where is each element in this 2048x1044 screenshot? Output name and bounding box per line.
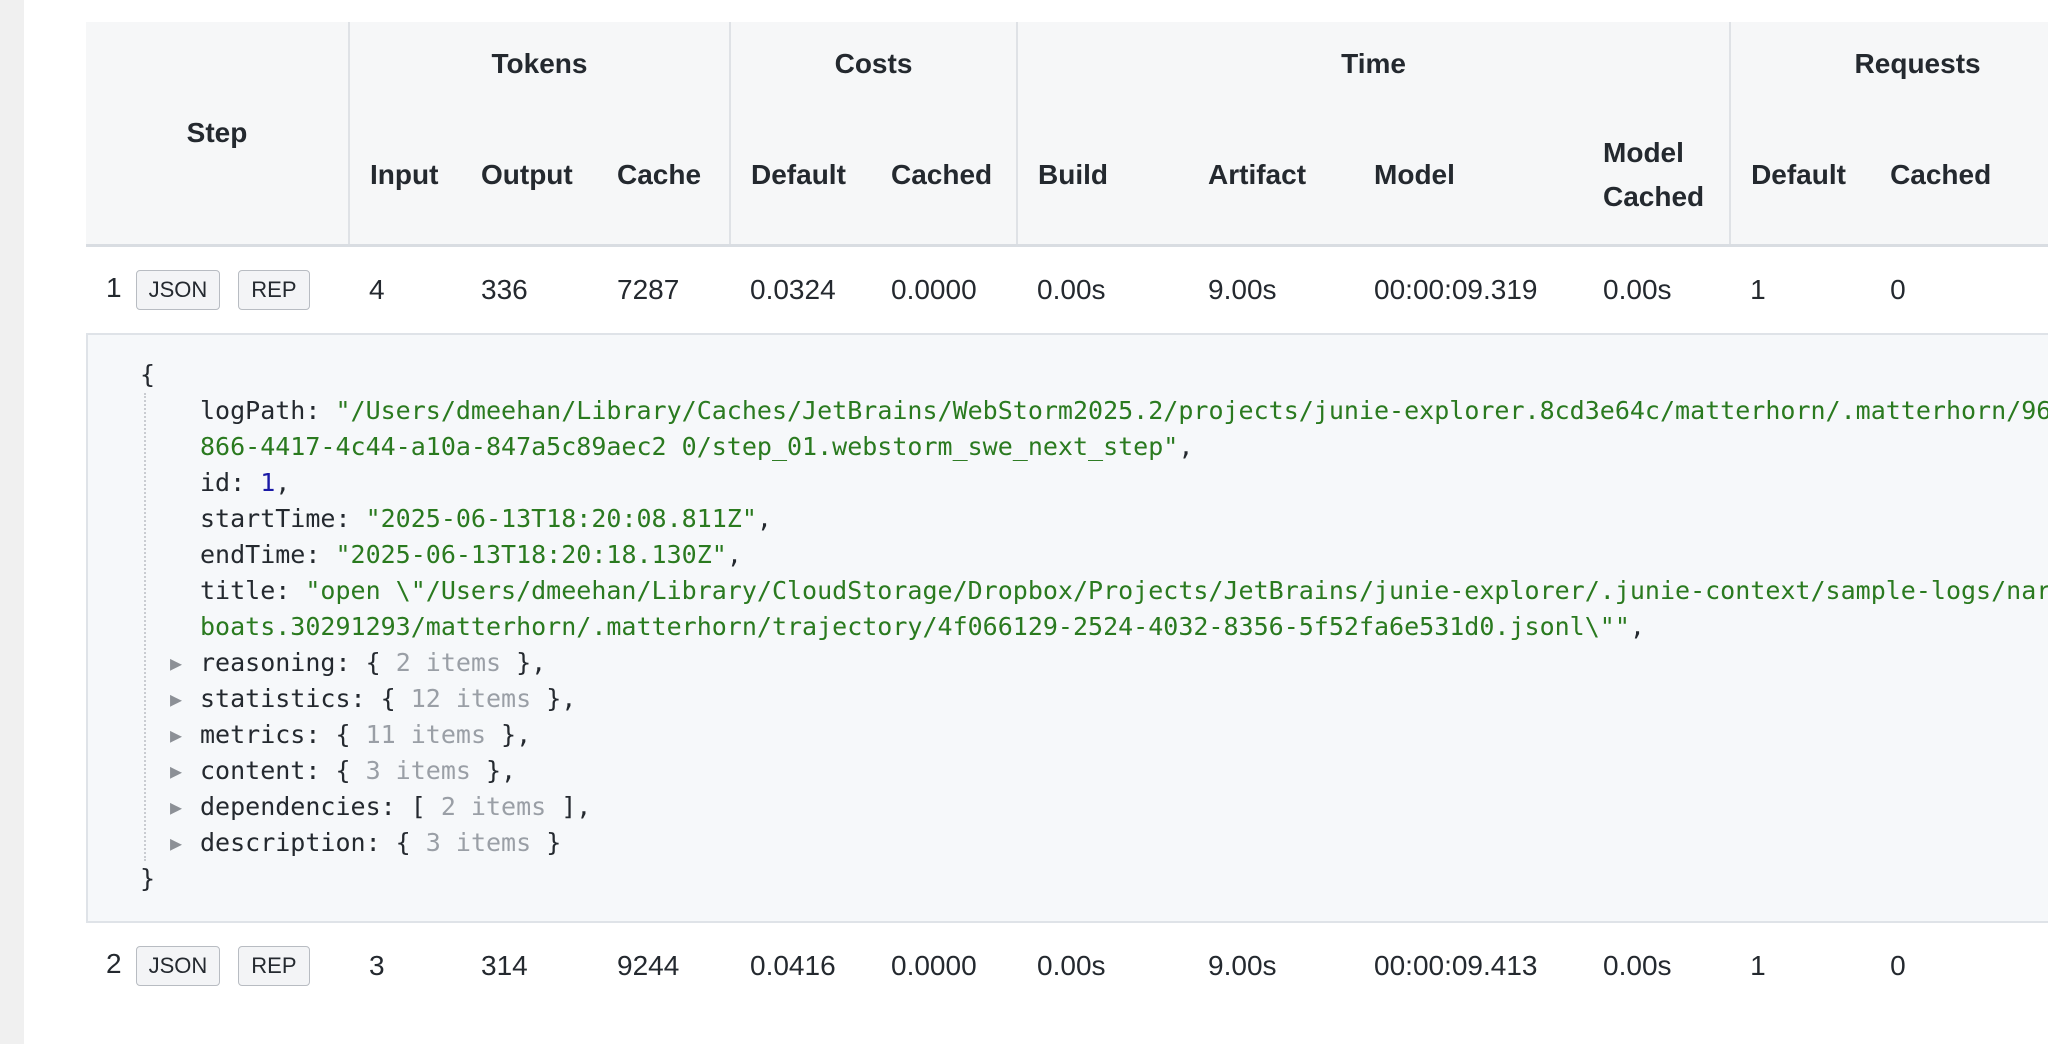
rep-button[interactable]: REP: [238, 946, 310, 986]
json-number-value: 1: [260, 468, 276, 497]
table-row: 1 JSON REP 4 336 7287 0.0324 0.0000 0.00s …: [86, 246, 2048, 334]
json-close-brace: }: [140, 864, 156, 893]
json-title: title: "open \"/Users/dmeehan/Library/Cl…: [200, 573, 2048, 645]
header-model[interactable]: Model: [1354, 106, 1584, 247]
item-count: 11 items: [350, 720, 502, 749]
header-output[interactable]: Output: [461, 106, 597, 247]
model-cell: 00:00:09.319: [1374, 274, 1538, 305]
json-key: id:: [200, 468, 261, 497]
json-key: startTime:: [200, 504, 366, 533]
header-time: Time: [1016, 22, 1731, 106]
page: Step Tokens Costs Time Requests Input Ou…: [24, 0, 2048, 1044]
rep-button[interactable]: REP: [238, 270, 310, 310]
json-collapsed-reasoning[interactable]: ▶ reasoning: { 2 items },: [170, 645, 2048, 681]
model-cell: 00:00:09.413: [1374, 950, 1538, 981]
expand-caret-icon[interactable]: ▶: [170, 717, 182, 753]
json-body: logPath: "/Users/dmeehan/Library/Caches/…: [144, 393, 2048, 861]
input-cell: 4: [369, 274, 385, 305]
json-collapsed-dependencies[interactable]: ▶ dependencies: [ 2 items ],: [170, 789, 2048, 825]
json-collapsed-metrics[interactable]: ▶ metrics: { 11 items },: [170, 717, 2048, 753]
json-collapsed-description[interactable]: ▶ description: { 3 items }: [170, 825, 2048, 861]
header-model-cached[interactable]: Model Cached: [1583, 106, 1731, 247]
json-key: logPath:: [200, 396, 336, 425]
expand-caret-icon[interactable]: ▶: [170, 825, 182, 861]
header-group-row: Step Tokens Costs Time Requests: [86, 22, 2048, 247]
cache-cell: 9244: [617, 950, 680, 981]
expand-caret-icon[interactable]: ▶: [170, 645, 182, 681]
expand-caret-icon[interactable]: ▶: [170, 753, 182, 789]
header-costs: Costs: [728, 22, 1018, 106]
header-cost-default[interactable]: Default: [729, 106, 871, 247]
cache-cell: 7287: [617, 274, 680, 305]
header-requests: Requests: [1729, 22, 2048, 106]
req-cached-cell: 0: [1890, 274, 1906, 305]
output-cell: 314: [481, 950, 528, 981]
steps-table: Step Tokens Costs Time Requests Input Ou…: [86, 22, 2048, 1009]
header-tokens: Tokens: [348, 22, 730, 106]
json-detail-cell: { logPath: "/Users/dmeehan/Library/Cache…: [86, 333, 2048, 923]
json-string-value: "open \"/Users/dmeehan/Library/CloudStor…: [200, 576, 2048, 641]
item-count: 12 items: [395, 684, 547, 713]
step-cell: 2 JSON REP: [86, 923, 349, 1009]
json-endtime: endTime: "2025-06-13T18:20:18.130Z",: [200, 540, 742, 569]
header-cache[interactable]: Cache: [597, 106, 730, 247]
expand-caret-icon[interactable]: ▶: [170, 789, 182, 825]
json-detail-row: { logPath: "/Users/dmeehan/Library/Cache…: [86, 333, 2048, 923]
json-id: id: 1,: [200, 468, 291, 497]
json-open-brace: {: [140, 360, 156, 389]
header-sub-row: Input Output Cache Default Cached Build …: [86, 106, 2048, 247]
artifact-cell: 9.00s: [1208, 274, 1277, 305]
header-step[interactable]: Step: [86, 22, 349, 247]
header-artifact[interactable]: Artifact: [1188, 106, 1355, 247]
json-key: title:: [200, 576, 306, 605]
build-cell: 0.00s: [1037, 950, 1106, 981]
json-logpath: logPath: "/Users/dmeehan/Library/Caches/…: [200, 393, 2048, 465]
table-row: 2 JSON REP 3 314 9244 0.0416 0.0000 0.00s …: [86, 923, 2048, 1009]
input-cell: 3: [369, 950, 385, 981]
json-button[interactable]: JSON: [135, 946, 221, 986]
model-cached-cell: 0.00s: [1603, 950, 1672, 981]
json-string-value: "2025-06-13T18:20:08.811Z": [365, 504, 757, 533]
step-number: 1: [106, 272, 122, 303]
json-collapsed-statistics[interactable]: ▶ statistics: { 12 items },: [170, 681, 2048, 717]
expand-caret-icon[interactable]: ▶: [170, 681, 182, 717]
header-input[interactable]: Input: [348, 106, 461, 247]
header-cost-cached[interactable]: Cached: [871, 106, 1018, 247]
artifact-cell: 9.00s: [1208, 950, 1277, 981]
json-key: endTime:: [200, 540, 336, 569]
req-cached-cell: 0: [1890, 950, 1906, 981]
json-viewer: { logPath: "/Users/dmeehan/Library/Cache…: [86, 333, 2048, 923]
json-starttime: startTime: "2025-06-13T18:20:08.811Z",: [200, 504, 772, 533]
cost-cached-cell: 0.0000: [891, 950, 977, 981]
json-string-value: "2025-06-13T18:20:18.130Z": [335, 540, 727, 569]
step-number: 2: [106, 948, 122, 979]
req-default-cell: 1: [1750, 274, 1766, 305]
req-default-cell: 1: [1750, 950, 1766, 981]
model-cached-cell: 0.00s: [1603, 274, 1672, 305]
cost-default-cell: 0.0416: [750, 950, 836, 981]
item-count: 3 items: [350, 756, 486, 785]
header-build[interactable]: Build: [1016, 106, 1189, 247]
build-cell: 0.00s: [1037, 274, 1106, 305]
step-cell: 1 JSON REP: [86, 246, 349, 334]
json-string-value: "/Users/dmeehan/Library/Caches/JetBrains…: [200, 396, 2048, 461]
json-button[interactable]: JSON: [135, 270, 221, 310]
header-req-cached[interactable]: Cached: [1870, 106, 2048, 247]
header-req-default[interactable]: Default: [1729, 106, 1871, 247]
item-count: 3 items: [410, 828, 547, 857]
cost-cached-cell: 0.0000: [891, 274, 977, 305]
json-collapsed-content[interactable]: ▶ content: { 3 items },: [170, 753, 2048, 789]
item-count: 2 items: [425, 792, 562, 821]
output-cell: 336: [481, 274, 528, 305]
item-count: 2 items: [380, 648, 517, 677]
cost-default-cell: 0.0324: [750, 274, 836, 305]
